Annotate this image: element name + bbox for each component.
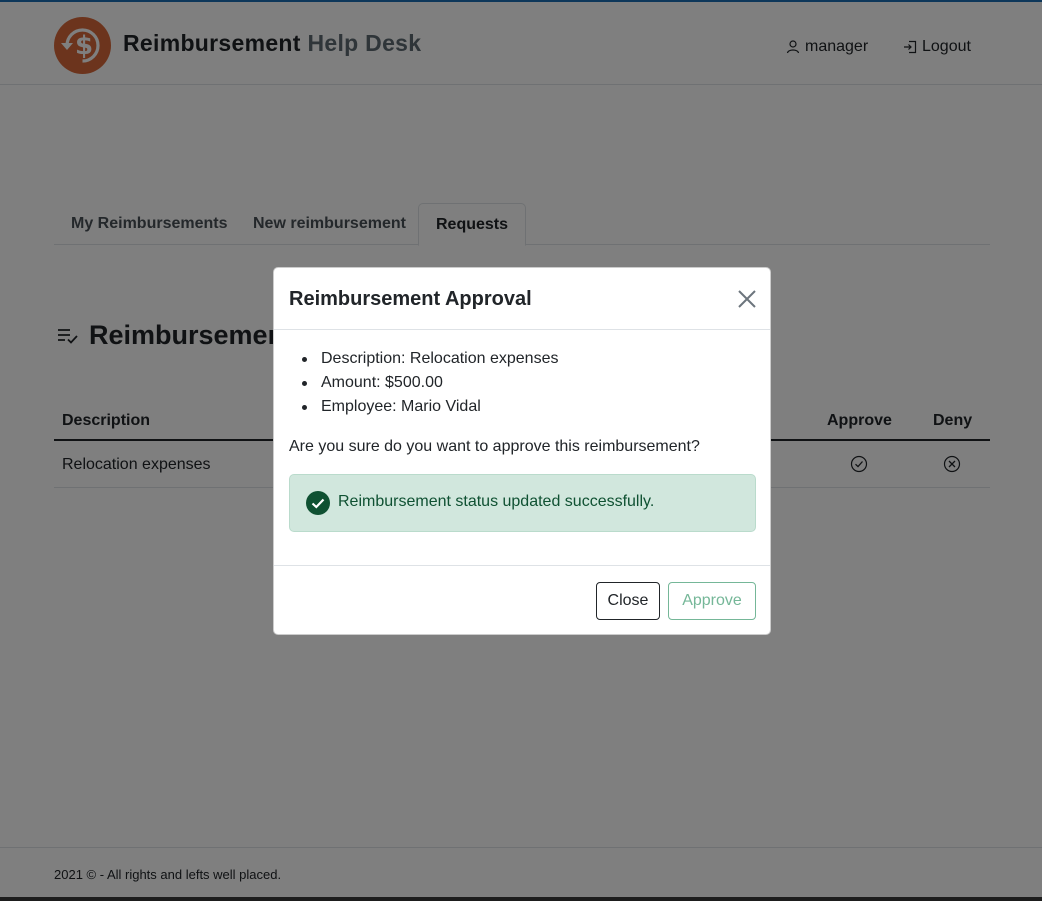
- modal-body: Description: Relocation expenses Amount:…: [289, 347, 755, 419]
- alert-message: Reimbursement status updated successfull…: [338, 493, 655, 510]
- detail-amount: Amount: $500.00: [289, 371, 755, 395]
- details-list: Description: Relocation expenses Amount:…: [289, 347, 755, 419]
- close-button[interactable]: Close: [596, 582, 660, 620]
- check-circle-icon: [306, 491, 330, 515]
- approve-button[interactable]: Approve: [668, 582, 756, 620]
- modal-title: Reimbursement Approval: [289, 288, 532, 310]
- success-alert: Reimbursement status updated successfull…: [289, 474, 756, 532]
- close-icon[interactable]: [736, 288, 758, 310]
- modal-header: Reimbursement Approval: [274, 268, 770, 330]
- modal-footer: Close Approve: [274, 565, 770, 635]
- detail-employee: Employee: Mario Vidal: [289, 395, 755, 419]
- confirm-text: Are you sure do you want to approve this…: [289, 438, 700, 455]
- approval-modal: Reimbursement Approval Description: Relo…: [273, 267, 771, 635]
- detail-description: Description: Relocation expenses: [289, 347, 755, 371]
